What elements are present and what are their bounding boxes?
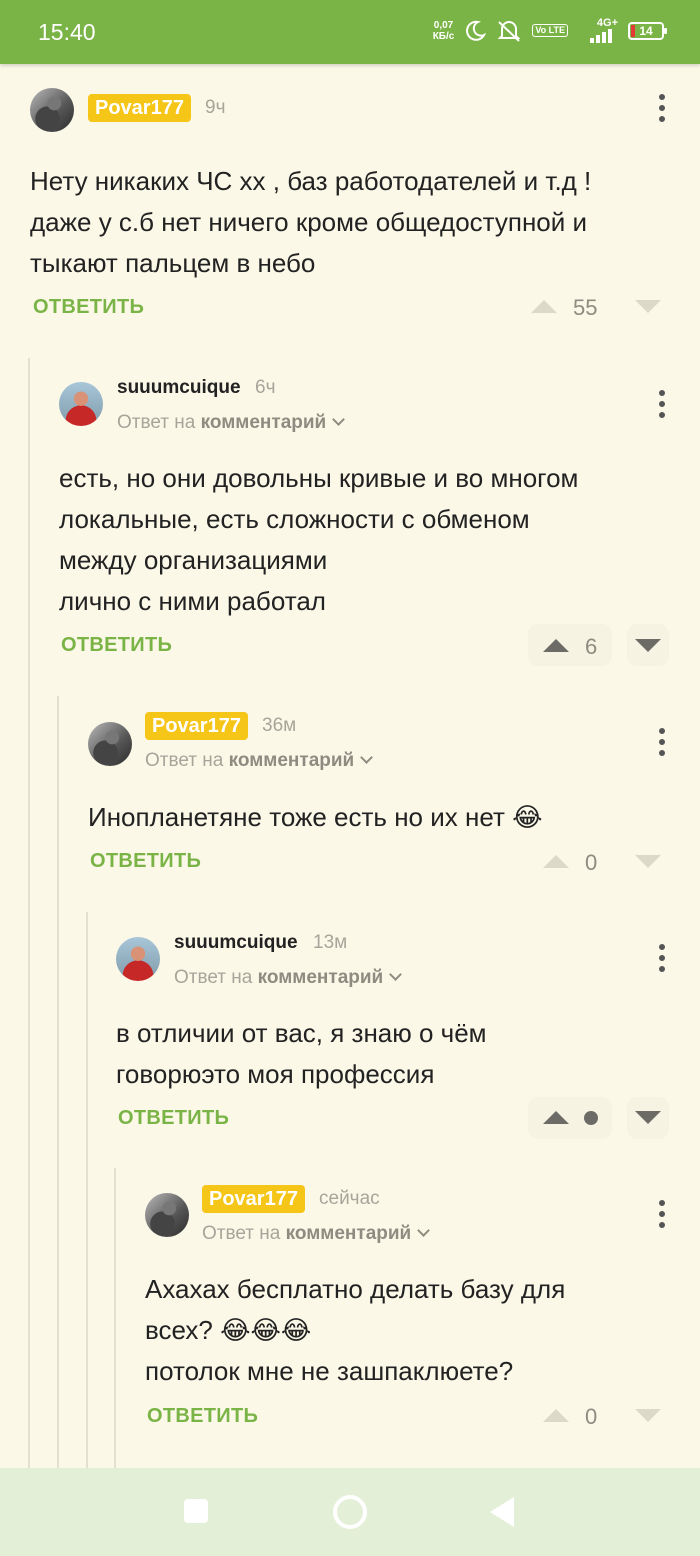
upvote-icon[interactable] [543, 1111, 569, 1124]
more-options-icon[interactable] [652, 728, 672, 758]
upvote-icon[interactable] [531, 300, 557, 313]
reply-button[interactable]: ОТВЕТИТЬ [61, 634, 172, 657]
reply-button[interactable]: ОТВЕТИТЬ [33, 296, 144, 319]
more-options-icon[interactable] [652, 390, 672, 420]
avatar[interactable] [59, 382, 103, 426]
moon-icon [466, 20, 487, 41]
upvote-icon[interactable] [543, 1409, 569, 1422]
downvote-icon[interactable] [635, 300, 661, 313]
signal-icon: 4G+ [578, 18, 618, 43]
avatar[interactable] [30, 88, 74, 132]
network-speed: 0,07 КБ/с [432, 19, 455, 42]
comment-text: Нету никаких ЧС хх , баз работодателей и… [30, 166, 592, 278]
more-options-icon[interactable] [652, 944, 672, 974]
more-options-icon[interactable] [652, 1200, 672, 1230]
reply-to-link[interactable]: Ответ на комментарий [202, 1221, 431, 1247]
comment-text: есть, но они довольны кривые и во многом… [59, 463, 579, 616]
comment-time: 9ч [205, 97, 226, 118]
status-icons: 0,07 КБ/с Vo LTE 4G+ 14 [432, 18, 667, 43]
vote-controls [528, 624, 612, 666]
chevron-down-icon [360, 751, 374, 764]
battery-icon: 14 [628, 21, 667, 40]
avatar[interactable] [116, 937, 160, 981]
thread-line [114, 1168, 116, 1468]
downvote-icon[interactable] [635, 1111, 661, 1124]
reply-button[interactable]: ОТВЕТИТЬ [90, 850, 201, 873]
author-name[interactable]: Povar177 [202, 1185, 305, 1213]
thread-line [57, 696, 59, 1468]
thread-line [28, 358, 30, 1468]
avatar[interactable] [145, 1193, 189, 1237]
comment-text: в отличии от вас, я знаю о чём говорюэто… [116, 1018, 487, 1089]
reply-to-link[interactable]: Ответ на комментарий [145, 748, 374, 774]
author-name[interactable]: Povar177 [145, 712, 248, 740]
vote-count: 0 [585, 850, 598, 875]
chevron-down-icon [389, 968, 403, 981]
chevron-down-icon [332, 413, 346, 426]
back-icon[interactable] [490, 1497, 514, 1527]
upvote-icon[interactable] [543, 639, 569, 652]
comment-time: 6ч [255, 377, 276, 398]
comment-text: Ахахах бесплатно делать базу для всех? 😂… [145, 1274, 566, 1386]
vote-controls [528, 1097, 612, 1139]
downvote-icon[interactable] [635, 639, 661, 652]
reply-to-link[interactable]: Ответ на комментарий [174, 965, 403, 991]
upvote-icon[interactable] [543, 855, 569, 868]
comment-time: 36м [262, 715, 297, 736]
reply-to-link[interactable]: Ответ на комментарий [117, 410, 346, 436]
avatar[interactable] [88, 722, 132, 766]
thread-line [86, 912, 88, 1468]
downvote-icon[interactable] [635, 855, 661, 868]
vote-pending-icon [584, 1111, 598, 1125]
status-time: 15:40 [38, 19, 96, 45]
recent-apps-icon[interactable] [184, 1499, 208, 1523]
alarm-off-icon [497, 20, 521, 42]
vote-count: 6 [585, 634, 598, 659]
battery-level: 14 [639, 23, 653, 38]
volte-icon: Vo LTE [532, 24, 568, 37]
reply-button[interactable]: ОТВЕТИТЬ [147, 1405, 258, 1428]
comment-time: 13м [313, 932, 348, 953]
vote-count: 55 [573, 295, 598, 320]
author-name[interactable]: suuumcuique [174, 930, 298, 956]
chevron-down-icon [417, 1224, 431, 1237]
author-name[interactable]: suuumcuique [117, 375, 241, 401]
comment-text: Инопланетяне тоже есть но их нет 😂 [88, 802, 543, 832]
more-options-icon[interactable] [652, 94, 672, 124]
vote-count: 0 [585, 1404, 598, 1429]
status-bar: 15:40 0,07 КБ/с Vo LTE 4G+ 14 [0, 0, 700, 64]
home-icon[interactable] [333, 1495, 367, 1529]
downvote-icon[interactable] [635, 1409, 661, 1422]
comment-time: сейчас [319, 1188, 380, 1209]
reply-button[interactable]: ОТВЕТИТЬ [118, 1107, 229, 1130]
author-name[interactable]: Povar177 [88, 94, 191, 122]
